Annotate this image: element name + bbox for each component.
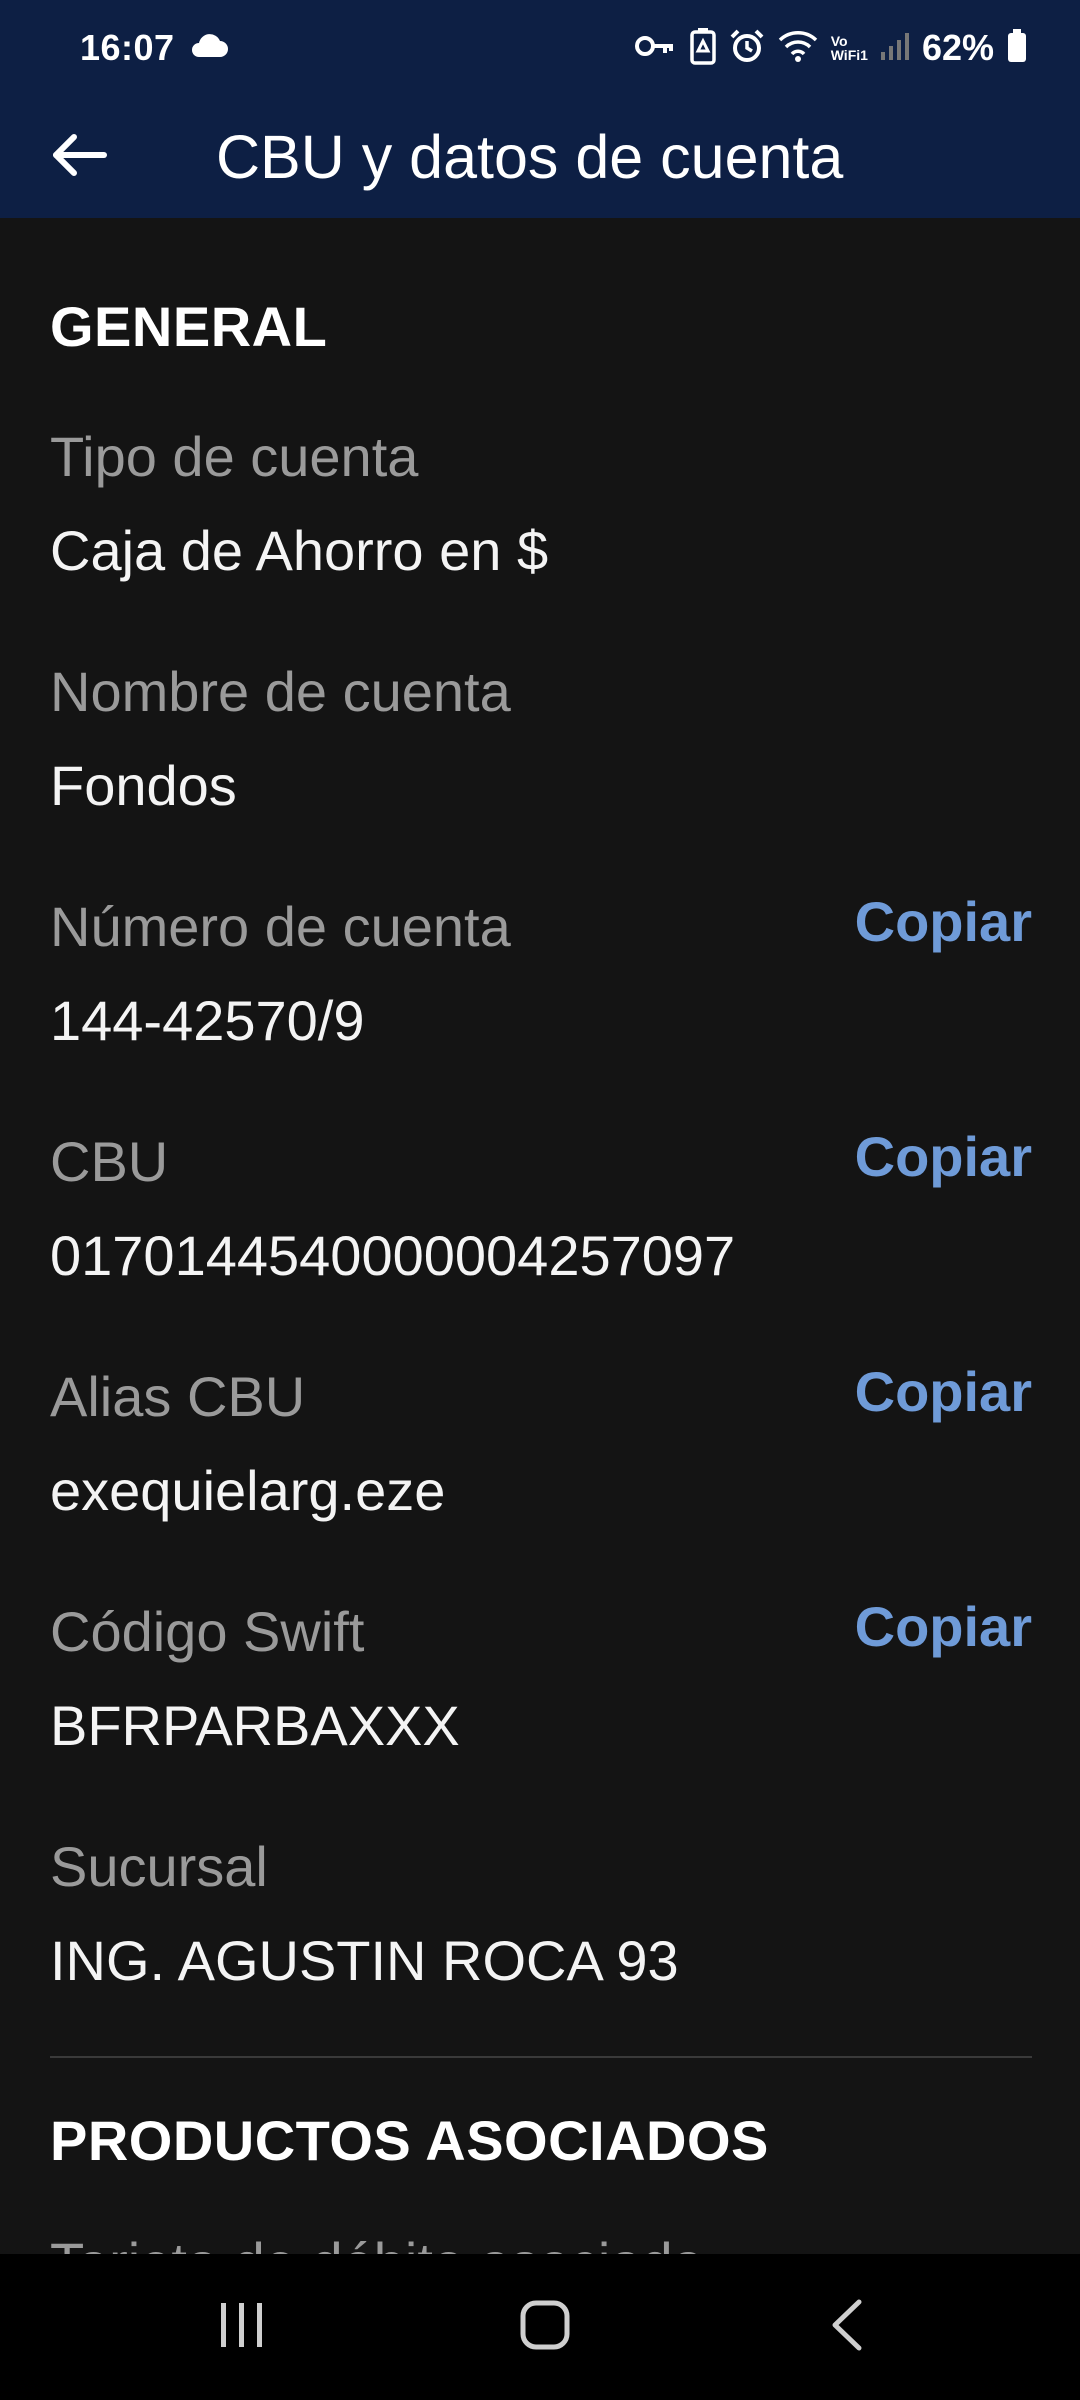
alarm-icon: [729, 28, 765, 69]
battery-saver-icon: [689, 27, 717, 70]
copy-codigo-swift-button[interactable]: Copiar: [855, 1599, 1032, 1655]
wifi-icon: [777, 28, 819, 69]
system-nav-bar: [0, 2254, 1080, 2400]
field-label: Sucursal: [50, 1835, 268, 1898]
vowifi-icon: Vo WiFi1: [830, 33, 868, 63]
field-value: exequielarg.eze: [50, 1459, 446, 1522]
field-sucursal: Sucursal ING. AGUSTIN ROCA 93: [50, 1834, 1032, 2034]
copy-numero-de-cuenta-button[interactable]: Copiar: [855, 894, 1032, 950]
field-value: Fondos: [50, 754, 237, 817]
field-label: Tipo de cuenta: [50, 425, 419, 488]
field-label: Número de cuenta: [50, 895, 511, 958]
status-bar: 16:07 Vo WiFi1 62%: [0, 0, 1080, 96]
section-heading-general: GENERAL: [50, 295, 328, 358]
recents-icon: [217, 2301, 267, 2354]
recents-button[interactable]: [187, 2282, 297, 2372]
list-item-peek[interactable]: Tarjeta de débito asociada: [50, 2230, 704, 2254]
status-time: 16:07: [80, 27, 175, 68]
field-value: 0170144540000004257097: [50, 1224, 736, 1287]
home-button[interactable]: [490, 2282, 600, 2372]
battery-percent: 62%: [921, 27, 994, 68]
field-value: 144-42570/9: [50, 989, 365, 1052]
copy-alias-cbu-button[interactable]: Copiar: [855, 1364, 1032, 1420]
header: 16:07 Vo WiFi1 62% CBU y datos de cuenta: [0, 0, 1080, 218]
page-title: CBU y datos de cuenta: [216, 123, 844, 191]
back-button[interactable]: [40, 118, 118, 196]
section-divider: [50, 2056, 1032, 2058]
field-alias-cbu: Alias CBU Copiar exequielarg.eze: [50, 1364, 1032, 1564]
field-label: Alias CBU: [50, 1365, 306, 1428]
key-icon: [634, 32, 677, 65]
field-label: CBU: [50, 1130, 169, 1193]
field-label: Nombre de cuenta: [50, 660, 511, 723]
screen: 16:07 Vo WiFi1 62% CBU y datos de cuenta…: [0, 0, 1080, 2400]
field-cbu: CBU Copiar 0170144540000004257097: [50, 1129, 1032, 1329]
arrow-left-icon: [50, 133, 108, 182]
field-value: BFRPARBAXXX: [50, 1694, 460, 1757]
field-value: ING. AGUSTIN ROCA 93: [50, 1929, 679, 1992]
home-icon: [519, 2299, 571, 2356]
content[interactable]: GENERAL Tipo de cuenta Caja de Ahorro en…: [0, 218, 1080, 2254]
cloud-icon: [189, 33, 229, 64]
battery-icon: [1006, 28, 1028, 69]
copy-cbu-button[interactable]: Copiar: [855, 1129, 1032, 1185]
field-numero-de-cuenta: Número de cuenta Copiar 144-42570/9: [50, 894, 1032, 1094]
field-codigo-swift: Código Swift Copiar BFRPARBAXXX: [50, 1599, 1032, 1799]
section-heading-productos-asociados: PRODUCTOS ASOCIADOS: [50, 2109, 769, 2172]
field-label: Código Swift: [50, 1600, 365, 1663]
system-back-button[interactable]: [792, 2282, 902, 2372]
back-chevron-icon: [829, 2299, 865, 2356]
field-nombre-de-cuenta: Nombre de cuenta Fondos: [50, 659, 1032, 859]
app-bar: CBU y datos de cuenta: [0, 96, 1080, 218]
field-tipo-de-cuenta: Tipo de cuenta Caja de Ahorro en $: [50, 424, 1032, 624]
signal-icon: [880, 30, 910, 67]
field-value: Caja de Ahorro en $: [50, 519, 549, 582]
